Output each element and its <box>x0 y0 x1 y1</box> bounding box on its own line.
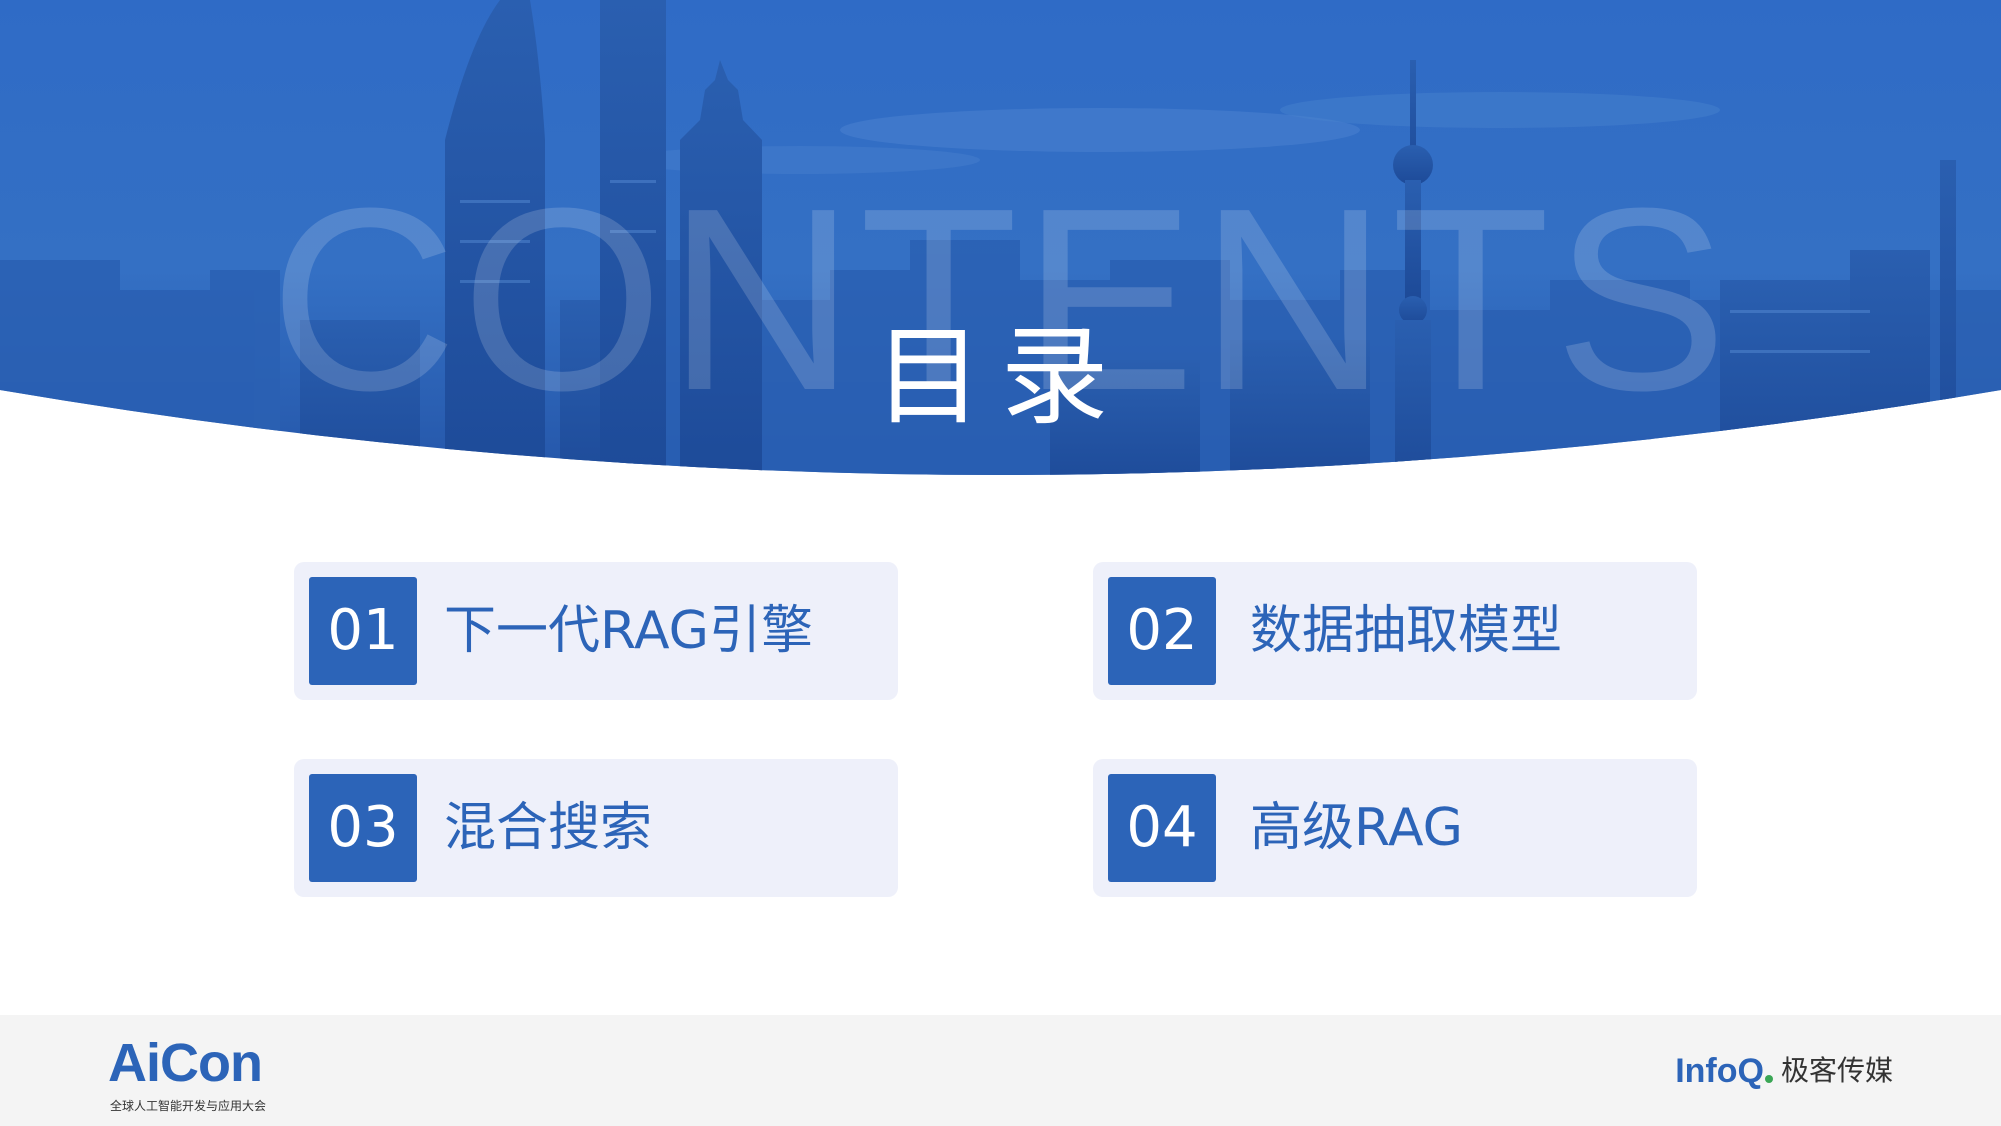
toc-number: 04 <box>1108 774 1216 882</box>
toc-item-01[interactable]: 01 下一代RAG引擎 <box>294 562 898 700</box>
toc-number: 01 <box>309 577 417 685</box>
aicon-logo-wordmark: AiCon <box>108 1033 263 1093</box>
toc-label: 下一代RAG引擎 <box>444 601 813 661</box>
slide: CONTENTS 目录 01 下一代RAG引擎 02 数据抽取模型 03 混合搜… <box>0 0 2001 1126</box>
aicon-logo-subtitle: 全球人工智能开发与应用大会 <box>110 1099 267 1113</box>
toc-label: 混合搜索 <box>444 798 653 858</box>
infoq-dot-icon <box>1764 1075 1773 1083</box>
page-title: 目录 <box>874 315 1127 440</box>
toc-number: 02 <box>1108 577 1216 685</box>
footer: AiCon 全球人工智能开发与应用大会 InfoQ 极客传媒 <box>0 1015 2001 1126</box>
infoq-wordmark: InfoQ <box>1675 1052 1764 1090</box>
header-banner: CONTENTS 目录 <box>0 0 2001 490</box>
toc-label: 高级RAG <box>1250 798 1463 858</box>
toc-item-02[interactable]: 02 数据抽取模型 <box>1093 562 1697 700</box>
toc-label: 数据抽取模型 <box>1250 601 1563 661</box>
aicon-logo: AiCon 全球人工智能开发与应用大会 <box>108 1033 308 1113</box>
toc-item-03[interactable]: 03 混合搜索 <box>294 759 898 897</box>
infoq-chinese-name: 极客传媒 <box>1780 1054 1893 1087</box>
infoq-logo: InfoQ 极客传媒 <box>1675 1051 1893 1095</box>
toc-number: 03 <box>309 774 417 882</box>
toc-item-04[interactable]: 04 高级RAG <box>1093 759 1697 897</box>
